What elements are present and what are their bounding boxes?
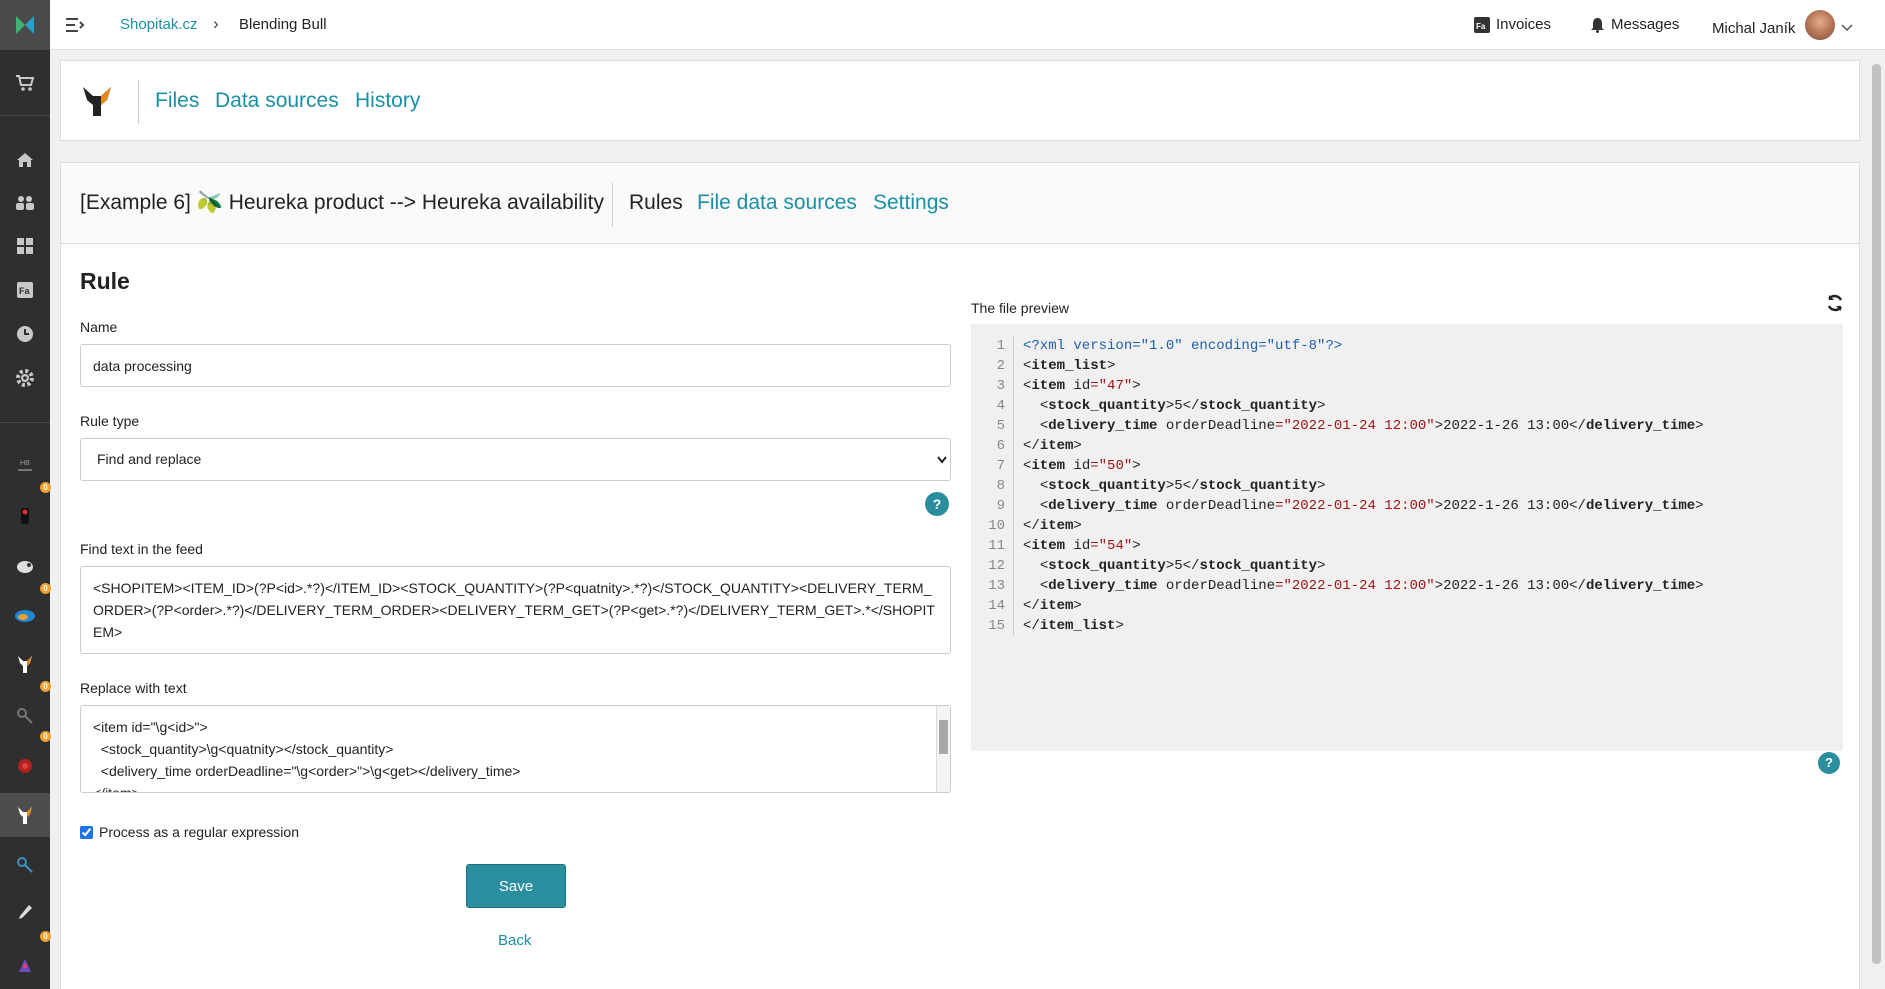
rule-type-select[interactable]: Find and replace	[80, 438, 951, 481]
nav-data-sources-tab[interactable]: Data sources	[215, 89, 339, 113]
home-icon[interactable]	[0, 140, 50, 180]
file-preview: 1 2 3 4 5 6 7 8 9 10 11 12 13 14 15 <?xm…	[971, 324, 1843, 751]
breadcrumb-separator: ›	[213, 14, 219, 33]
regex-option: Process as a regular expression	[80, 824, 299, 840]
user-menu[interactable]: Michal Janík	[1712, 10, 1853, 40]
replace-label: Replace with text	[80, 680, 187, 696]
tab-settings[interactable]: Settings	[873, 191, 949, 215]
bell-icon	[1591, 17, 1604, 33]
app-badge: 0	[40, 931, 51, 942]
file-title: [Example 6] 🫒 Heureka product --> Heurek…	[80, 191, 604, 214]
code-line: <item_list>	[1023, 358, 1116, 374]
regex-label: Process as a regular expression	[99, 824, 299, 840]
avatar	[1805, 10, 1836, 40]
name-label: Name	[80, 319, 118, 335]
svg-text:Fa: Fa	[1476, 22, 1486, 31]
replace-textarea[interactable]: <item id="\g<id>"> <stock_quantity>\g<qu…	[80, 705, 951, 793]
regex-checkbox[interactable]	[80, 825, 93, 839]
app-bull-active-icon[interactable]	[0, 793, 50, 837]
rule-type-help-icon[interactable]: ?	[925, 492, 949, 516]
app-link-icon[interactable]	[0, 696, 50, 736]
find-label: Find text in the feed	[80, 541, 203, 557]
code-line: </item>	[1023, 518, 1082, 534]
sidebar: Fa HB 0 0 0 0 0	[0, 0, 51, 989]
invoices-icon[interactable]: Fa	[0, 270, 50, 310]
code-line: </item_list>	[1023, 618, 1124, 634]
line-numbers: 1 2 3 4 5 6 7 8 9 10 11 12 13 14 15	[988, 338, 1005, 634]
app-logo[interactable]	[0, 0, 50, 50]
breadcrumb-current: Blending Bull	[239, 16, 327, 33]
save-button[interactable]: Save	[466, 864, 566, 908]
back-link[interactable]: Back	[498, 932, 531, 949]
nav-files-tab[interactable]: Files	[155, 89, 199, 113]
topbar: Shopitak.cz › Blending Bull Fa Invoices …	[50, 0, 1885, 50]
app-blue-link-icon[interactable]	[0, 845, 50, 885]
users-icon[interactable]	[0, 183, 50, 223]
name-input[interactable]	[80, 344, 951, 387]
logo-icon	[16, 16, 34, 34]
app-badge: 0	[40, 583, 51, 594]
code-line: <item id="47">	[1023, 378, 1141, 394]
menu-toggle-icon[interactable]	[64, 14, 86, 36]
form-heading: Rule	[80, 268, 130, 294]
preview-source: <?xml version="1.0" encoding="utf-8"?> <i…	[1023, 336, 1704, 636]
tab-file-data-sources[interactable]: File data sources	[697, 191, 857, 215]
history-icon[interactable]	[0, 314, 50, 354]
code-line: </item>	[1023, 598, 1082, 614]
code-line: <item id="54">	[1023, 538, 1141, 554]
chevron-down-icon	[937, 456, 947, 464]
app-figure-icon[interactable]	[0, 496, 50, 536]
app-cube-icon[interactable]	[0, 746, 50, 786]
dashboard-icon[interactable]	[0, 226, 50, 266]
invoices-icon: Fa	[1474, 16, 1490, 33]
app-badge: 0	[40, 482, 51, 493]
code-line: <stock_quantity>5</stock_quantity>	[1039, 558, 1326, 574]
chevron-down-icon	[1841, 24, 1853, 32]
find-textarea[interactable]: <SHOPITEM><ITEM_ID>(?P<id>.*?)</ITEM_ID>…	[80, 566, 951, 654]
tab-rules[interactable]: Rules	[629, 191, 683, 215]
rule-type-label: Rule type	[80, 413, 140, 429]
preview-help-icon[interactable]: ?	[1818, 752, 1840, 774]
replace-scrollbar[interactable]	[936, 706, 950, 792]
user-name: Michal Janík	[1712, 19, 1796, 37]
app-hb-icon[interactable]: HB	[0, 445, 50, 485]
code-line: </item>	[1023, 438, 1082, 454]
page-scrollbar[interactable]	[1868, 50, 1885, 989]
nav-history-tab[interactable]: History	[355, 89, 420, 113]
code-line: <item id="50">	[1023, 458, 1141, 474]
refresh-icon[interactable]	[1825, 293, 1845, 313]
app-bull-icon[interactable]	[0, 644, 50, 684]
bull-logo-icon	[79, 83, 115, 119]
messages-link[interactable]: Messages	[1590, 16, 1679, 33]
app-bird-icon[interactable]	[0, 946, 50, 986]
rule-card: [Example 6] 🫒 Heureka product --> Heurek…	[60, 162, 1860, 989]
code-line: <stock_quantity>5</stock_quantity>	[1039, 398, 1326, 414]
blending-bull-nav: Files Data sources History	[60, 60, 1860, 141]
preview-label: The file preview	[971, 300, 1070, 316]
cart-icon[interactable]	[0, 63, 50, 103]
code-line: <delivery_time orderDeadline="2022-01-24…	[1039, 578, 1704, 594]
svg-text:Fa: Fa	[19, 286, 30, 296]
app-badge: 0	[40, 681, 51, 692]
xml-declaration: <?xml version="1.0" encoding="utf-8"?>	[1023, 338, 1343, 354]
code-line: <delivery_time orderDeadline="2022-01-24…	[1039, 418, 1704, 434]
breadcrumb-shop-link[interactable]: Shopitak.cz	[120, 16, 198, 33]
code-line: <delivery_time orderDeadline="2022-01-24…	[1039, 498, 1704, 514]
app-badge: 0	[40, 731, 51, 742]
app-mascot-icon[interactable]	[0, 546, 50, 586]
invoices-link[interactable]: Fa Invoices	[1474, 16, 1551, 33]
gear-icon[interactable]	[0, 358, 50, 398]
file-header: [Example 6] 🫒 Heureka product --> Heurek…	[61, 163, 1859, 244]
app-pen-icon[interactable]	[0, 893, 50, 933]
app-cloud-icon[interactable]	[0, 596, 50, 636]
code-line: <stock_quantity>5</stock_quantity>	[1039, 478, 1326, 494]
